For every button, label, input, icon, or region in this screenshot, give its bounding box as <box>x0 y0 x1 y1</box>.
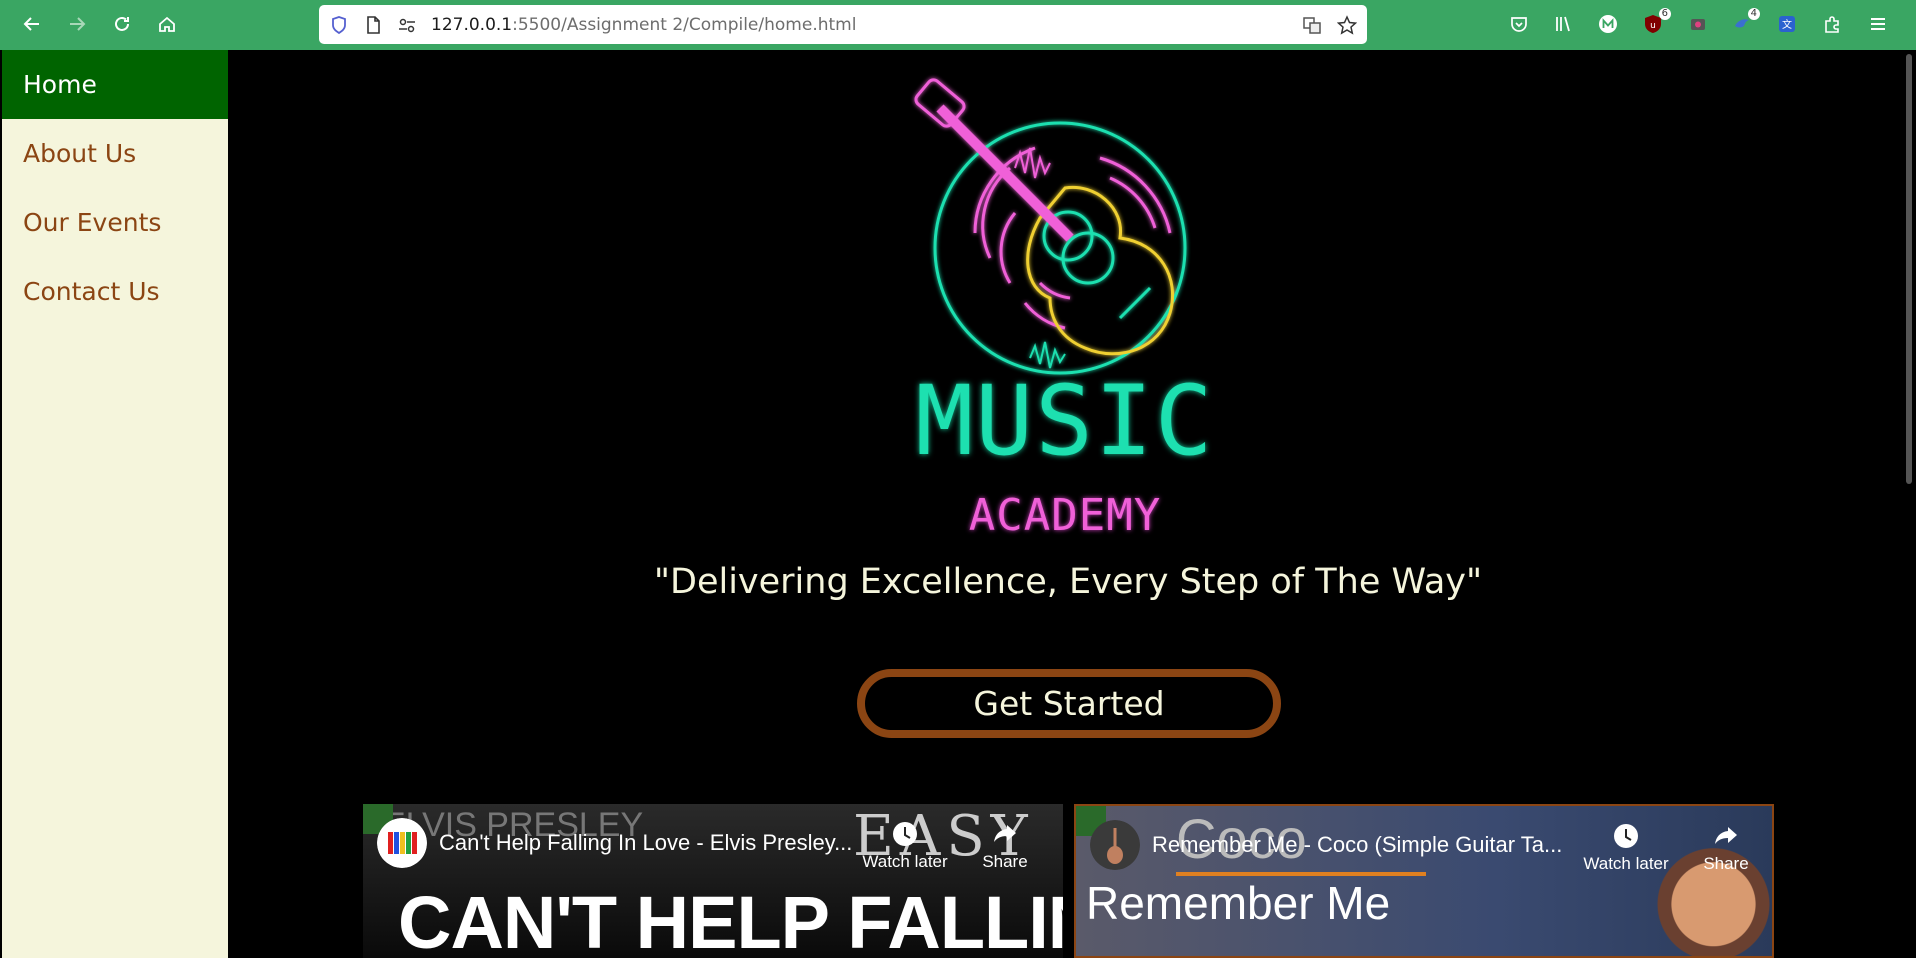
channel-avatar-guitar[interactable] <box>1090 820 1140 870</box>
channel-avatar-piano[interactable] <box>377 818 427 868</box>
sidebar-item-about-us[interactable]: About Us <box>2 119 228 188</box>
video-title[interactable]: Can't Help Falling In Love - Elvis Presl… <box>439 830 852 856</box>
extension-blue-button[interactable]: 4 <box>1730 8 1760 36</box>
url-host: 127.0.0.1 <box>431 15 513 35</box>
ublock-badge: 6 <box>1658 8 1671 20</box>
extension-badge: 4 <box>1747 8 1760 20</box>
sidebar-item-our-events[interactable]: Our Events <box>2 188 228 257</box>
video-title[interactable]: Remember Me - Coco (Simple Guitar Ta... <box>1152 832 1562 858</box>
ublock-button[interactable]: u6 <box>1641 8 1671 36</box>
scrollbar-thumb[interactable] <box>1906 54 1912 484</box>
thumbnail-overlay-big: Remember Me <box>1086 877 1391 929</box>
share-button[interactable]: Share <box>960 820 1050 872</box>
translate-icon[interactable] <box>1302 15 1322 35</box>
sidebar-item-home[interactable]: Home <box>2 50 228 119</box>
thumbnail-overlay-big: CAN'T HELP FALLING <box>398 881 1063 958</box>
sidebar-item-contact-us[interactable]: Contact Us <box>2 257 228 326</box>
svg-text:文: 文 <box>1782 18 1792 31</box>
puzzle-icon <box>1825 16 1839 33</box>
sidebar-nav: Home About Us Our Events Contact Us <box>2 50 228 958</box>
tagline: "Delivering Excellence, Every Step of Th… <box>653 562 1483 602</box>
share-button[interactable]: Share <box>1681 822 1771 874</box>
watch-later-label: Watch later <box>1583 854 1669 873</box>
extensions-button[interactable] <box>1820 12 1844 36</box>
url-path: :5500/Assignment 2/Compile/home.html <box>512 15 857 35</box>
page-scrollbar[interactable] <box>1902 50 1916 958</box>
bookmark-star-icon[interactable] <box>1337 15 1357 35</box>
translate-extension-icon: 文 <box>1779 16 1795 32</box>
account-m-icon <box>1599 15 1617 33</box>
share-label: Share <box>982 852 1028 871</box>
watch-later-button[interactable]: Watch later <box>1581 822 1671 874</box>
get-started-button[interactable]: Get Started <box>857 669 1281 738</box>
back-button[interactable] <box>17 9 47 39</box>
brand-title: MUSIC <box>915 365 1215 477</box>
watch-later-label: Watch later <box>862 852 948 871</box>
hamburger-menu-icon <box>1871 18 1885 30</box>
forward-arrow-icon <box>70 17 86 31</box>
forward-button[interactable] <box>62 9 92 39</box>
menu-button[interactable] <box>1866 12 1890 36</box>
share-label: Share <box>1703 854 1749 873</box>
pocket-icon <box>1511 17 1527 32</box>
page-content: Home About Us Our Events Contact Us MUSI… <box>0 50 1916 958</box>
svg-text:u: u <box>1650 21 1656 31</box>
shield-icon[interactable] <box>329 15 349 35</box>
clock-icon <box>1614 824 1638 848</box>
thumbnail-underline <box>1176 872 1426 876</box>
back-arrow-icon <box>23 17 39 31</box>
home-button[interactable] <box>152 9 182 39</box>
page-icon[interactable] <box>363 15 383 35</box>
reload-icon <box>115 16 129 31</box>
video-embed-elvis[interactable]: ELVIS PRESLEY EASY CAN'T HELP FALLING Ca… <box>363 804 1063 958</box>
extension-video-button[interactable] <box>1686 12 1710 36</box>
video-embed-coco[interactable]: Coco Remember Me Remember Me - Coco (Sim… <box>1074 804 1774 958</box>
pocket-button[interactable] <box>1507 12 1531 36</box>
clock-icon <box>893 822 917 846</box>
library-button[interactable] <box>1551 12 1575 36</box>
library-icon <box>1556 16 1570 32</box>
share-arrow-icon <box>1715 827 1737 844</box>
url-text[interactable]: 127.0.0.1:5500/Assignment 2/Compile/home… <box>431 15 856 35</box>
share-arrow-icon <box>994 825 1016 842</box>
account-button[interactable] <box>1596 12 1620 36</box>
translate-extension-button[interactable]: 文 <box>1775 12 1799 36</box>
address-bar[interactable]: 127.0.0.1:5500/Assignment 2/Compile/home… <box>319 5 1367 44</box>
browser-toolbar: 127.0.0.1:5500/Assignment 2/Compile/home… <box>0 0 1916 50</box>
reload-button[interactable] <box>107 9 137 39</box>
watch-later-button[interactable]: Watch later <box>860 820 950 872</box>
neon-guitar-logo <box>914 78 1187 375</box>
video-extension-icon <box>1691 19 1705 30</box>
permissions-icon[interactable] <box>397 15 417 35</box>
home-icon <box>159 16 175 32</box>
brand-subtitle: ACADEMY <box>968 490 1162 541</box>
